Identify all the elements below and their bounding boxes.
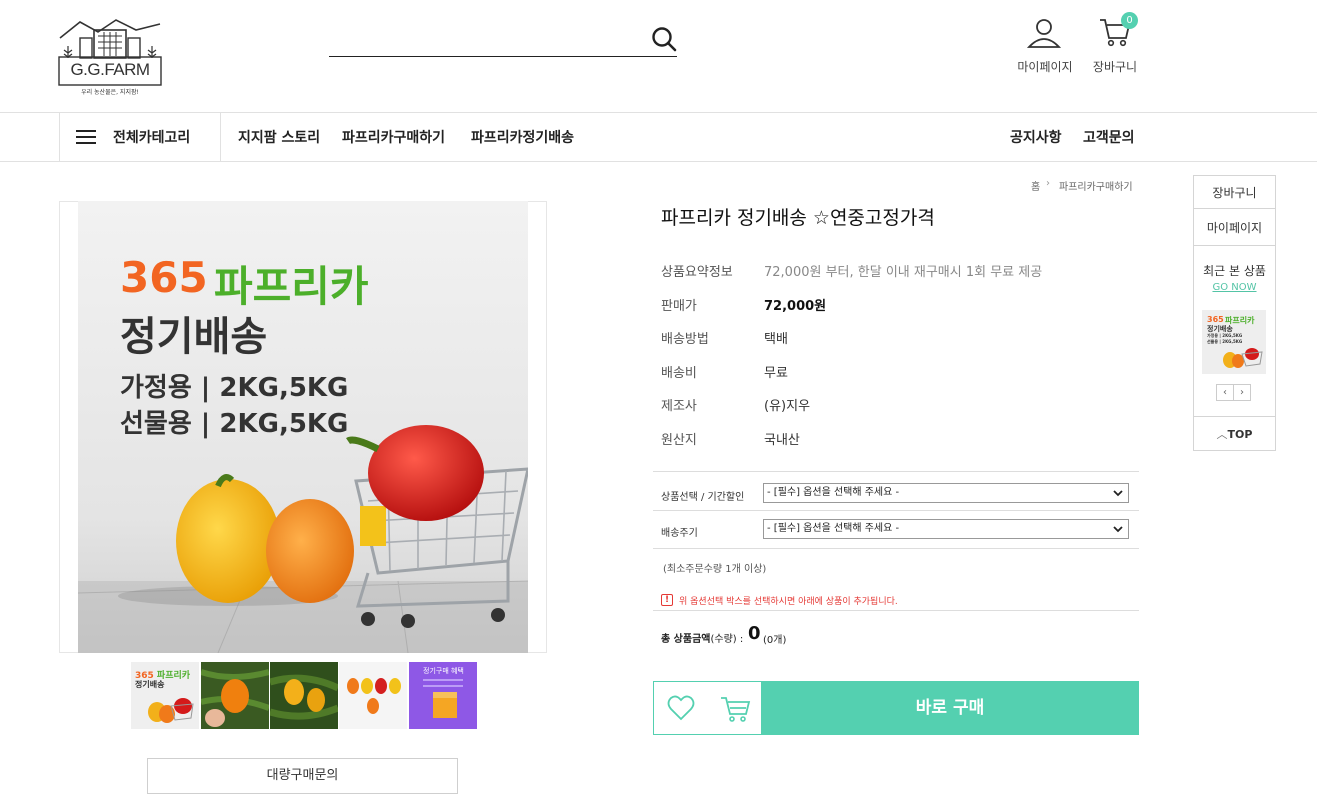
recent-thumb-line1a: 365 (1207, 315, 1224, 324)
breadcrumb-current[interactable]: 파프리카구매하기 (1059, 178, 1133, 193)
chevron-down-icon (1113, 490, 1123, 497)
nav-item-story[interactable]: 지지팜 스토리 (238, 127, 320, 147)
wishlist-button[interactable] (653, 681, 708, 735)
headline-line4: 선물용 | 2KG,5KG (120, 409, 349, 439)
nav-item-subscription[interactable]: 파프리카정기배송 (471, 127, 574, 147)
product-title: 파프리카 정기배송 ☆연중고정가격 (661, 207, 935, 229)
cart-link[interactable]: 장바구니 (1085, 58, 1145, 75)
warning-icon: ! (661, 594, 673, 606)
spec-label-summary: 상품요약정보 (661, 265, 733, 280)
spec-label-shipping-fee: 배송비 (661, 366, 697, 381)
option-select-product[interactable]: - [필수] 옵션을 선택해 주세요 - (763, 483, 1129, 503)
hamburger-icon[interactable] (76, 129, 96, 145)
thumbnail-5[interactable]: 정기구매 혜택 (409, 662, 477, 729)
min-order-note: (최소주문수량 1개 이상) (663, 564, 767, 575)
total-count: (0개) (763, 635, 787, 646)
option-select-cycle-value: - [필수] 옵션을 선택해 주세요 - (767, 523, 900, 534)
brand-tagline: 우리 농산물은, 지지팜! (81, 89, 139, 96)
spec-value-price: 72,000원 (764, 299, 827, 314)
divider (653, 610, 1139, 611)
quick-cart-link[interactable]: 장바구니 (1194, 184, 1275, 201)
total-price-label: 총 상품금액 (661, 634, 711, 645)
recent-prev-button[interactable]: ‹ (1216, 384, 1234, 401)
search-input[interactable] (329, 56, 677, 57)
scroll-top-button[interactable]: ︿TOP (1194, 426, 1275, 442)
cart-add-icon (721, 697, 751, 722)
headline-line3: 가정용 | 2KG,5KG (120, 373, 349, 403)
search-icon[interactable] (651, 26, 677, 52)
total-qty-label: (수량) : (710, 634, 744, 645)
main-product-image: 365 파프리카 정기배송 가정용 | 2KG,5KG 선물용 | 2KG,5K… (78, 201, 528, 653)
go-now-link[interactable]: GO NOW (1194, 282, 1275, 293)
chevron-up-icon: ︿ (1216, 428, 1228, 441)
spec-value-shipping-fee: 무료 (764, 366, 788, 381)
spec-label-origin: 원산지 (661, 433, 697, 448)
brand-name: G.G.FARM (70, 60, 150, 79)
headline-line2: 정기배송 (120, 314, 268, 360)
spec-label-price: 판매가 (661, 299, 697, 314)
headline-number: 365 (120, 253, 208, 302)
quick-mypage-link[interactable]: 마이페이지 (1194, 219, 1275, 236)
recent-next-button[interactable]: › (1233, 384, 1251, 401)
recent-thumb-line4: 선물용 | 2KG,5KG (1207, 339, 1243, 344)
mypage-link[interactable]: 마이페이지 (1010, 58, 1080, 75)
divider (653, 510, 1139, 511)
total-label: 총 상품금액(수량) : (661, 630, 743, 645)
option-select-cycle[interactable]: - [필수] 옵션을 선택해 주세요 - (763, 519, 1129, 539)
cart-count-badge: 0 (1121, 12, 1138, 29)
logo-icon[interactable] (58, 16, 162, 98)
spec-value-manufacturer: (유)지우 (764, 399, 811, 414)
breadcrumb-home[interactable]: 홈 (1031, 178, 1040, 193)
divider (1194, 208, 1275, 209)
heart-icon (667, 695, 695, 721)
scroll-top-label: TOP (1227, 428, 1253, 441)
bulk-inquiry-button[interactable]: 대량구매문의 (147, 758, 458, 794)
option-label-product: 상품선택 / 기간할인 (661, 492, 745, 503)
divider (1194, 416, 1275, 417)
option-label-cycle: 배송주기 (661, 528, 698, 539)
nav-item-inquiry[interactable]: 고객문의 (1083, 127, 1135, 147)
user-icon[interactable] (1026, 17, 1062, 49)
nav-divider (0, 161, 1317, 162)
add-to-cart-button[interactable] (707, 681, 762, 735)
spec-value-summary: 72,000원 부터, 한달 이내 재구매시 1회 무료 제공 (764, 265, 1043, 280)
thumbnail-3[interactable] (270, 662, 338, 729)
divider (653, 471, 1139, 472)
option-warning: 위 옵션선택 박스를 선택하시면 아래에 상품이 추가됩니다. (679, 597, 898, 607)
spec-value-origin: 국내산 (764, 433, 800, 448)
thumbnail-2[interactable] (201, 662, 269, 729)
divider (1194, 245, 1275, 246)
option-select-product-value: - [필수] 옵션을 선택해 주세요 - (767, 487, 900, 498)
nav-item-buy-paprika[interactable]: 파프리카구매하기 (342, 127, 445, 147)
spec-label-manufacturer: 제조사 (661, 399, 697, 414)
recent-item-thumbnail[interactable]: 365 파프리카 정기배송 가정용 | 2KG,5KG 선물용 | 2KG,5K… (1202, 310, 1266, 374)
spec-label-shipping-method: 배송방법 (661, 332, 709, 347)
nav-item-notice[interactable]: 공지사항 (1010, 127, 1062, 147)
buy-now-button[interactable]: 바로 구매 (761, 681, 1139, 735)
chevron-right-icon: › (1046, 178, 1050, 189)
recent-items-title: 최근 본 상품 (1203, 264, 1266, 278)
divider (653, 548, 1139, 549)
thumbnail-4[interactable] (339, 662, 407, 729)
total-amount: 0 (748, 623, 761, 644)
spec-value-shipping-method: 택배 (764, 332, 788, 347)
thumbnail-1[interactable]: 365 파프리카 정기배송 (131, 662, 199, 729)
chevron-down-icon (1113, 526, 1123, 533)
all-categories-label[interactable]: 전체카테고리 (113, 127, 190, 147)
